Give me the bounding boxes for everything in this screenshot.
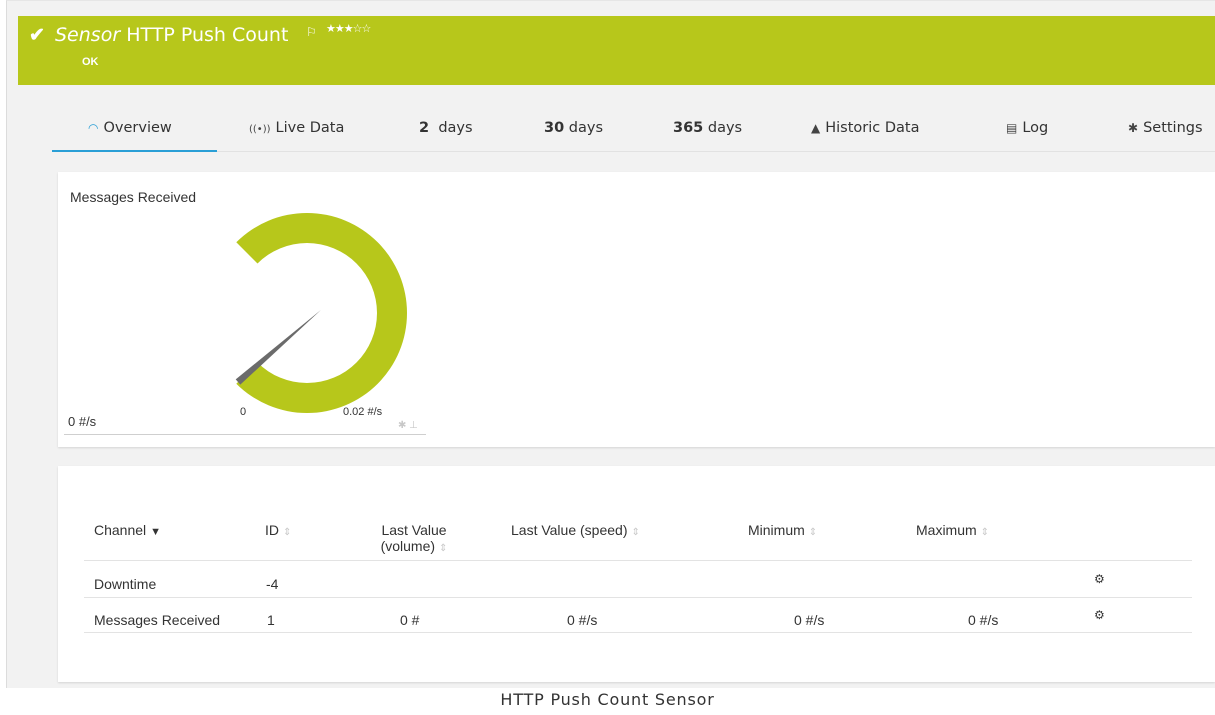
tab-2-days-label: days (438, 120, 473, 136)
cell-id: 1 (267, 612, 275, 628)
tab-30-days[interactable]: 30 days (544, 112, 603, 150)
tab-overview[interactable]: ◠ Overview (52, 112, 217, 152)
column-header-last-value-speed[interactable]: Last Value (speed) ⇕ (511, 522, 640, 538)
gauge-icon: ◠ (88, 121, 99, 135)
gear-icon: ✱ (1128, 121, 1139, 135)
column-header-volume-line2: (volume) (380, 538, 436, 554)
column-header-minimum[interactable]: Minimum ⇕ (748, 522, 817, 538)
gauge-chart (235, 212, 407, 413)
sensor-title-prefix: Sensor (55, 24, 121, 46)
table-divider (84, 632, 1192, 633)
column-header-speed-label: Last Value (speed) (511, 522, 628, 538)
table-divider (84, 560, 1192, 561)
column-header-minimum-label: Minimum (748, 522, 805, 538)
priority-stars[interactable]: ★★★☆☆ (326, 22, 371, 35)
cell-speed: 0 #/s (567, 612, 598, 628)
gear-icon[interactable]: ✱ (398, 420, 406, 431)
gauge-value: 0 #/s (68, 414, 97, 429)
column-header-id-label: ID (265, 522, 279, 538)
channel-settings-icon[interactable]: ⚙ (1094, 572, 1105, 586)
log-list-icon: ▤ (1006, 121, 1018, 135)
sensor-title: Sensor HTTP Push Count (55, 24, 288, 46)
tab-365-days-number: 365 (673, 120, 704, 136)
column-header-channel[interactable]: Channel ▼ (94, 522, 161, 538)
column-header-id[interactable]: ID ⇕ (265, 522, 291, 538)
area-chart-icon: ▲ (811, 121, 821, 135)
sensor-name: HTTP Push Count (126, 24, 289, 46)
sort-icon: ⇕ (808, 527, 818, 538)
tab-live-data[interactable]: ((•)) Live Data (249, 112, 344, 150)
tab-bar: ◠ Overview ((•)) Live Data 2 days 30 days … (52, 112, 1215, 152)
column-header-last-value-volume[interactable]: Last Value (volume) ⇕ (374, 522, 454, 554)
gauge-panel: Messages Received 0 0.02 #/s 0 #/s ✱ ⊥ (58, 172, 1215, 447)
tab-2-days-number: 2 (419, 120, 430, 136)
sort-down-icon: ▼ (150, 526, 162, 538)
tab-log-label: Log (1022, 120, 1049, 136)
tab-2-days[interactable]: 2 days (419, 112, 473, 150)
live-signal-icon: ((•)) (249, 124, 271, 135)
gauge-max-label: 0.02 #/s (343, 406, 383, 418)
gauge-min-label: 0 (240, 406, 247, 418)
cell-maximum: 0 #/s (968, 612, 999, 628)
sort-icon: ⇕ (631, 527, 640, 538)
channel-table-panel: Channel ▼ ID ⇕ Last Value (volume) ⇕ Last V… (58, 466, 1215, 682)
gauge-arc (236, 212, 407, 413)
sensor-header: ✔ Sensor HTTP Push Count ⚐ ★★★☆☆ OK (18, 16, 1215, 85)
flag-icon[interactable]: ⚐ (306, 25, 317, 39)
tab-30-days-number: 30 (544, 120, 565, 136)
gauge-tools: ✱ ⊥ (398, 420, 418, 431)
tab-live-data-label: Live Data (275, 120, 345, 136)
tab-365-days[interactable]: 365 days (673, 112, 742, 150)
column-header-volume-line1: Last Value (381, 522, 447, 538)
sort-icon: ⇕ (283, 527, 292, 538)
tab-historic-data[interactable]: ▲ Historic Data (811, 112, 919, 150)
cell-channel[interactable]: Downtime (94, 576, 156, 592)
channel-settings-icon[interactable]: ⚙ (1094, 608, 1105, 622)
sort-icon: ⇕ (980, 527, 990, 538)
gauge-divider (64, 434, 426, 435)
tab-settings[interactable]: ✱ Settings (1128, 112, 1203, 150)
pin-icon[interactable]: ⊥ (409, 420, 418, 431)
table-divider (84, 597, 1192, 598)
tab-30-days-label: days (568, 120, 604, 136)
cell-volume: 0 # (400, 612, 420, 628)
tab-settings-label: Settings (1143, 120, 1203, 136)
tab-historic-data-label: Historic Data (825, 120, 920, 136)
column-header-channel-label: Channel (94, 522, 147, 538)
figure-caption: HTTP Push Count Sensor (500, 690, 715, 709)
tab-overview-label: Overview (103, 120, 172, 136)
cell-id: -4 (266, 576, 279, 592)
column-header-maximum[interactable]: Maximum ⇕ (916, 522, 989, 538)
sort-icon: ⇕ (439, 543, 448, 554)
tab-365-days-label: days (707, 120, 743, 136)
status-badge: OK (82, 56, 99, 68)
cell-minimum: 0 #/s (794, 612, 825, 628)
checkmark-icon: ✔ (29, 25, 45, 46)
cell-channel[interactable]: Messages Received (94, 612, 220, 628)
column-header-maximum-label: Maximum (916, 522, 977, 538)
tab-log[interactable]: ▤ Log (1006, 112, 1048, 150)
gauge-needle (235, 309, 322, 385)
